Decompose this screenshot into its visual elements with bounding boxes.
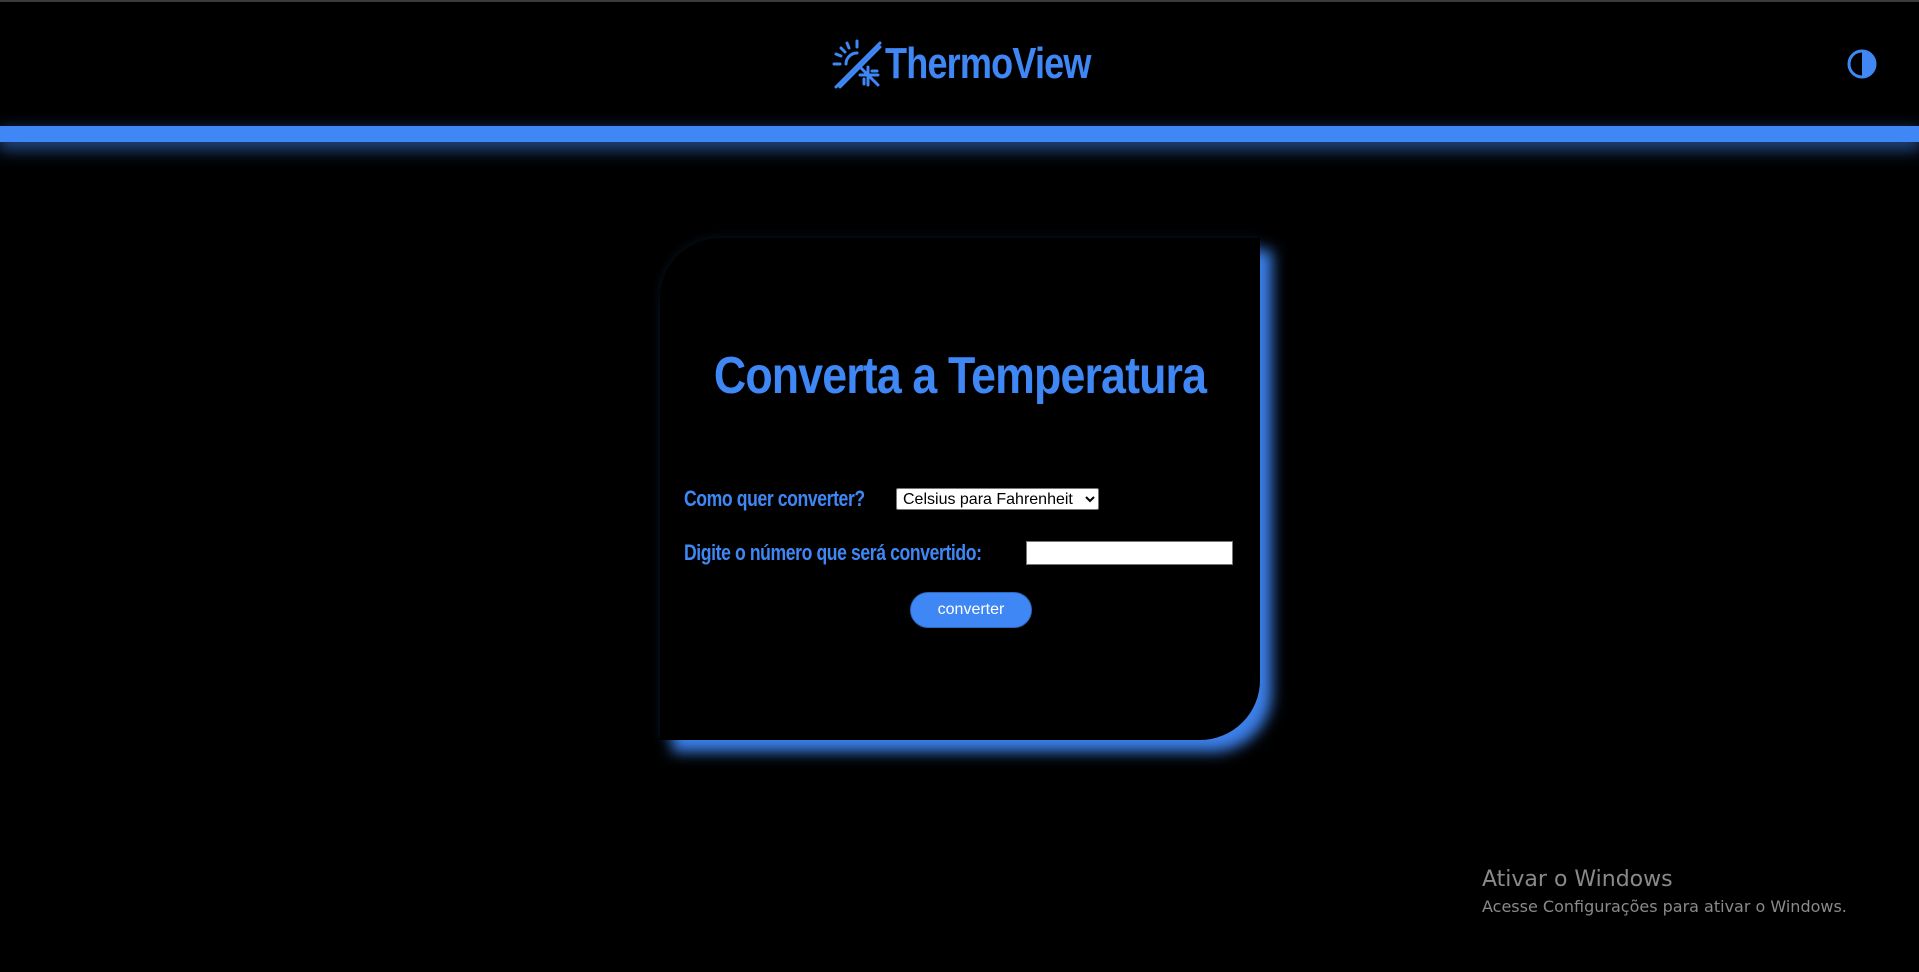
- page-title: Converta a Temperatura: [713, 347, 1207, 405]
- sun-snowflake-icon: [832, 39, 882, 89]
- header-accent-bar: [0, 126, 1919, 142]
- page-header: ThermoView: [0, 2, 1919, 126]
- number-input[interactable]: [1026, 541, 1233, 565]
- number-row: Digite o número que será convertido:: [684, 540, 1233, 566]
- brand[interactable]: ThermoView: [830, 36, 1136, 92]
- convert-button[interactable]: converter: [910, 592, 1032, 628]
- watermark-title: Ativar o Windows: [1482, 867, 1673, 892]
- contrast-icon[interactable]: [1846, 48, 1878, 80]
- brand-name: ThermoView: [885, 39, 1091, 88]
- conversion-mode-select[interactable]: Celsius para Fahrenheit: [896, 488, 1099, 510]
- watermark-subtitle: Acesse Configurações para ativar o Windo…: [1482, 897, 1847, 916]
- number-label: Digite o número que será convertido:: [684, 540, 982, 565]
- mode-row: Como quer converter? Celsius para Fahren…: [684, 486, 1099, 512]
- windows-activation-watermark: Ativar o Windows Acesse Configurações pa…: [1482, 866, 1847, 918]
- mode-label: Como quer converter?: [684, 486, 865, 511]
- converter-card: Converta a Temperatura Como quer convert…: [660, 238, 1260, 740]
